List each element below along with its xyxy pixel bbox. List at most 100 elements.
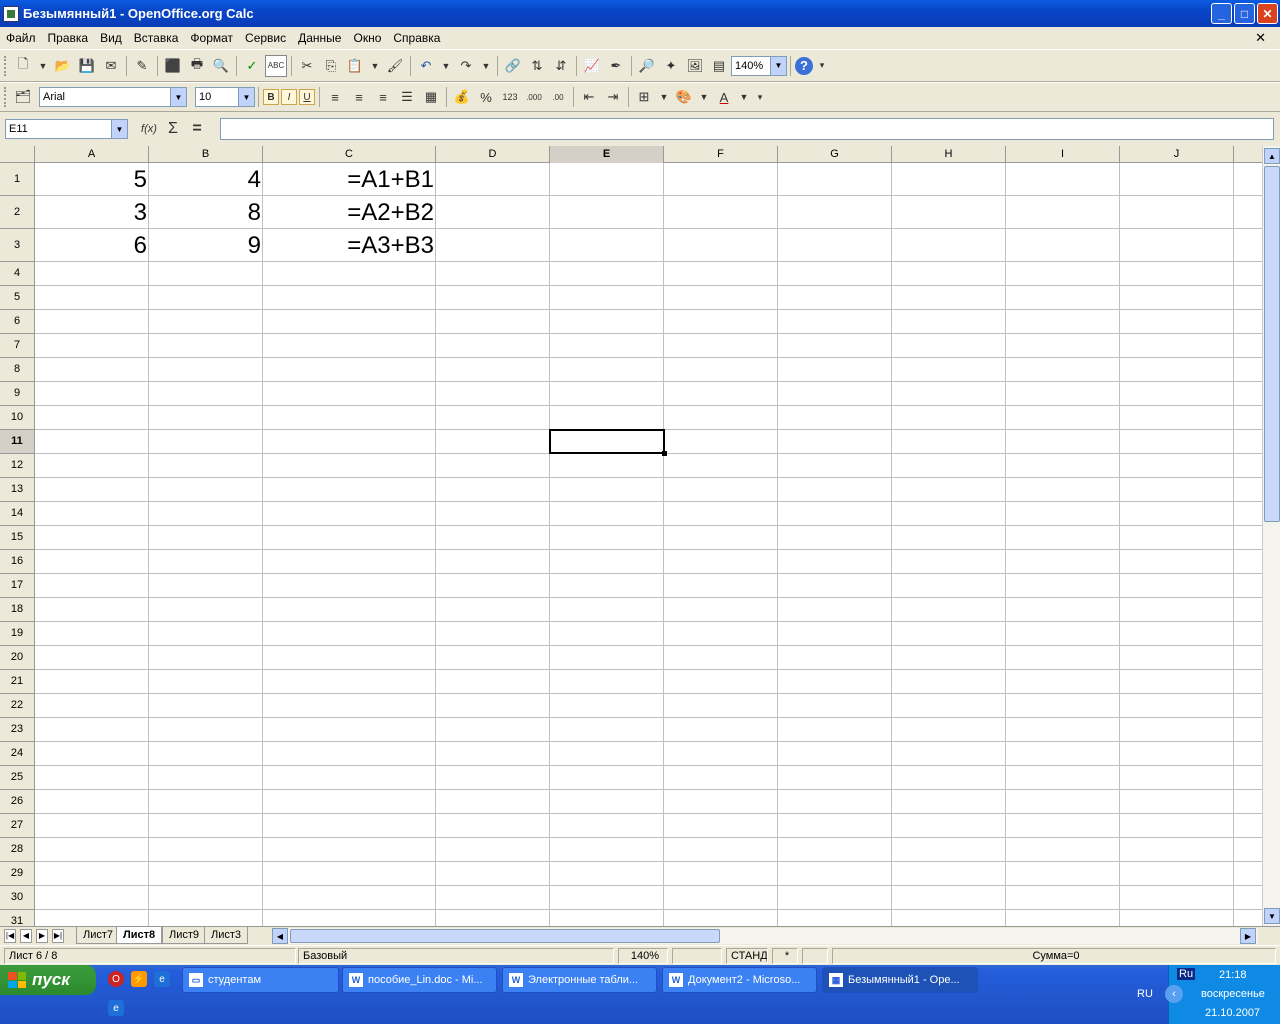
row-header-24[interactable]: 24 (0, 742, 35, 766)
sheet-tab-list9[interactable]: Лист9 (162, 927, 207, 944)
scroll-right-button[interactable]: ▶ (1240, 928, 1256, 944)
toolbar-options-icon[interactable]: ▾ (753, 86, 767, 108)
cell-c3[interactable]: =A3+B3 (263, 229, 436, 262)
row-header-6[interactable]: 6 (0, 310, 35, 334)
justify-icon[interactable]: ☰ (396, 86, 418, 108)
row-header-11[interactable]: 11 (0, 430, 35, 454)
sum-icon[interactable]: Σ (162, 118, 184, 140)
insert-chart-icon[interactable]: 📈 (581, 55, 603, 77)
menu-file[interactable]: Файл (0, 31, 42, 45)
row-header-23[interactable]: 23 (0, 718, 35, 742)
gallery-icon[interactable]: 🖼 (684, 55, 706, 77)
paste-icon[interactable]: 📋 (344, 55, 366, 77)
cell-b2[interactable]: 8 (149, 196, 263, 229)
column-header-i[interactable]: I (1006, 146, 1120, 163)
toolbar-grip[interactable] (4, 55, 7, 76)
sort-ascending-icon[interactable]: ⇅ (526, 55, 548, 77)
chevron-down-icon[interactable]: ▼ (170, 88, 186, 106)
row-header-9[interactable]: 9 (0, 382, 35, 406)
row-header-2[interactable]: 2 (0, 196, 35, 229)
minimize-button[interactable]: _ (1211, 3, 1232, 24)
column-header-b[interactable]: B (149, 146, 263, 163)
undo-icon[interactable]: ↶ (415, 55, 437, 77)
function-icon[interactable]: = (186, 118, 208, 140)
row-header-17[interactable]: 17 (0, 574, 35, 598)
fill-handle[interactable] (662, 451, 667, 456)
tray-expand-icon[interactable]: ‹ (1165, 985, 1183, 1003)
close-button[interactable]: ✕ (1257, 3, 1278, 24)
column-header-f[interactable]: F (664, 146, 778, 163)
opera-icon[interactable]: O (108, 971, 124, 987)
edit-file-icon[interactable]: ✎ (131, 55, 153, 77)
new-document-icon[interactable]: 🗋 (12, 55, 34, 77)
cell-c1[interactable]: =A1+B1 (263, 163, 436, 196)
menu-data[interactable]: Данные (292, 31, 347, 45)
redo-icon[interactable]: ↷ (455, 55, 477, 77)
increase-indent-icon[interactable]: ⇥ (602, 86, 624, 108)
italic-button[interactable]: I (281, 89, 297, 105)
prev-sheet-button[interactable]: ◀ (20, 929, 32, 943)
column-header-c[interactable]: C (263, 146, 436, 163)
currency-format-icon[interactable]: 💰 (451, 86, 473, 108)
email-icon[interactable]: ✉ (100, 55, 122, 77)
chevron-down-icon[interactable]: ▼ (439, 55, 453, 77)
align-center-icon[interactable]: ≡ (348, 86, 370, 108)
show-draw-functions-icon[interactable]: ✒ (605, 55, 627, 77)
column-header-j[interactable]: J (1120, 146, 1234, 163)
column-header-e[interactable]: E (550, 146, 664, 163)
print-icon[interactable]: 🖶 (186, 55, 208, 77)
row-header-5[interactable]: 5 (0, 286, 35, 310)
menu-window[interactable]: Окно (347, 31, 387, 45)
chevron-down-icon[interactable]: ▼ (657, 86, 671, 108)
chevron-down-icon[interactable]: ▼ (697, 86, 711, 108)
next-sheet-button[interactable]: ▶ (36, 929, 48, 943)
data-sources-icon[interactable]: ▤ (708, 55, 730, 77)
row-header-14[interactable]: 14 (0, 502, 35, 526)
row-header-29[interactable]: 29 (0, 862, 35, 886)
borders-icon[interactable]: ⊞ (633, 86, 655, 108)
row-header-4[interactable]: 4 (0, 262, 35, 286)
row-header-26[interactable]: 26 (0, 790, 35, 814)
row-header-22[interactable]: 22 (0, 694, 35, 718)
row-header-19[interactable]: 19 (0, 622, 35, 646)
underline-button[interactable]: U (299, 89, 315, 105)
name-box[interactable]: E11 ▼ (5, 119, 128, 139)
toolbar-grip[interactable] (4, 87, 7, 107)
hyperlink-icon[interactable]: 🔗 (502, 55, 524, 77)
status-page-style[interactable]: Базовый (298, 948, 614, 964)
task-calc-untitled[interactable]: ▦ Безымянный1 - Ope... (822, 967, 978, 993)
row-header-25[interactable]: 25 (0, 766, 35, 790)
delete-decimal-icon[interactable]: .00 (547, 86, 569, 108)
autospellcheck-icon[interactable]: ABC (265, 54, 287, 77)
row-header-31[interactable]: 31 (0, 910, 35, 926)
status-insert-mode[interactable]: СТАНД (726, 948, 768, 964)
active-cell-cursor[interactable] (549, 429, 667, 456)
row-header-20[interactable]: 20 (0, 646, 35, 670)
percent-format-icon[interactable]: % (475, 86, 497, 108)
column-header-d[interactable]: D (436, 146, 550, 163)
row-header-13[interactable]: 13 (0, 478, 35, 502)
sort-descending-icon[interactable]: ⇵ (550, 55, 572, 77)
row-header-18[interactable]: 18 (0, 598, 35, 622)
align-right-icon[interactable]: ≡ (372, 86, 394, 108)
row-header-27[interactable]: 27 (0, 814, 35, 838)
styles-formatting-icon[interactable]: 🗂 (12, 86, 34, 108)
column-header-h[interactable]: H (892, 146, 1006, 163)
standard-format-icon[interactable]: 123 (499, 86, 521, 108)
row-header-10[interactable]: 10 (0, 406, 35, 430)
function-wizard-icon[interactable]: f(x) (138, 118, 160, 140)
menu-tools[interactable]: Сервис (239, 31, 292, 45)
row-header-12[interactable]: 12 (0, 454, 35, 478)
first-sheet-button[interactable]: |◀ (4, 929, 16, 943)
toolbar-options-icon[interactable]: ▾ (815, 55, 829, 77)
chevron-down-icon[interactable]: ▼ (238, 88, 254, 106)
column-header-g[interactable]: G (778, 146, 892, 163)
task-students-folder[interactable]: ▭ студентам (182, 967, 339, 993)
menu-help[interactable]: Справка (387, 31, 446, 45)
decrease-indent-icon[interactable]: ⇤ (578, 86, 600, 108)
keyboard-layout[interactable]: RU (1137, 988, 1153, 1000)
chevron-down-icon[interactable]: ▼ (368, 55, 382, 77)
clock-time[interactable]: 21:18 (1219, 969, 1247, 981)
cell-a2[interactable]: 3 (35, 196, 149, 229)
add-decimal-icon[interactable]: .000 (523, 86, 545, 108)
